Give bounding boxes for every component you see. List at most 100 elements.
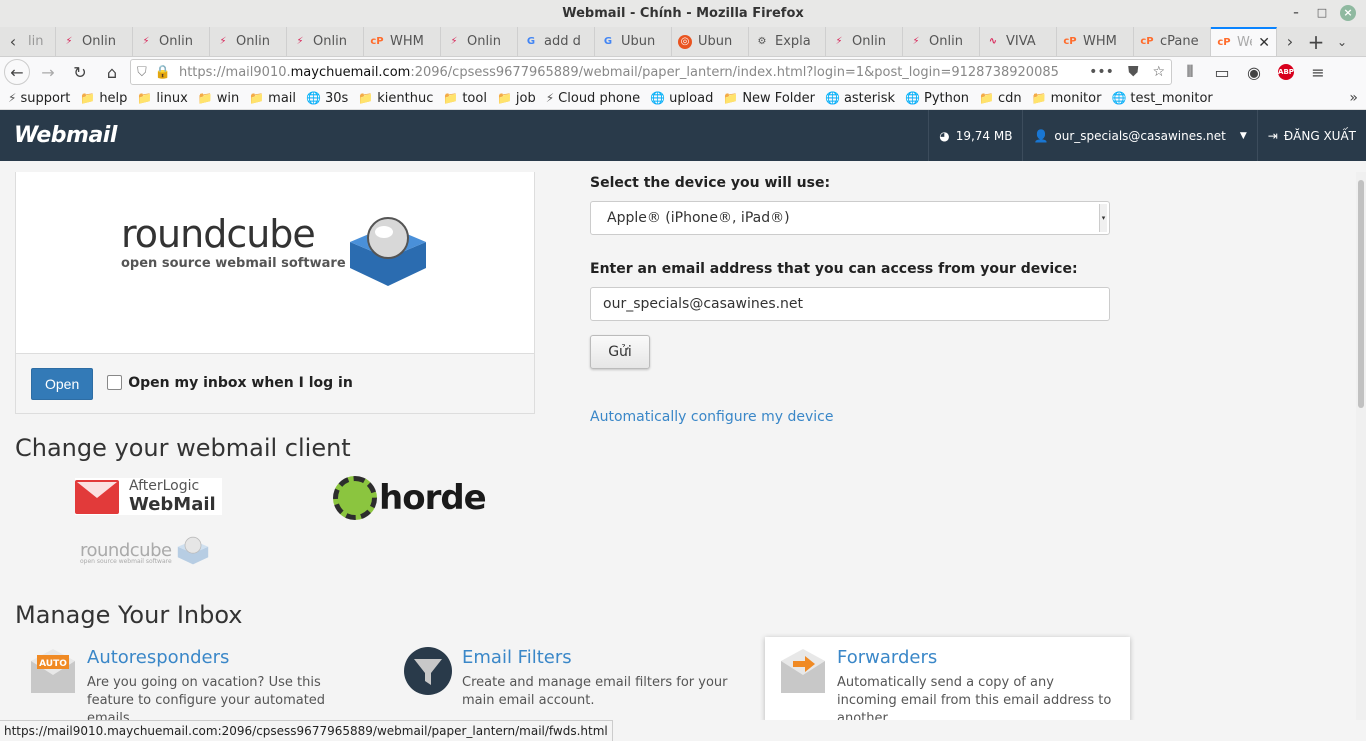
folder-icon: 📁 xyxy=(358,91,374,105)
bookmark-item[interactable]: 📁 tool xyxy=(443,91,487,106)
bookmark-item[interactable]: 📁 win xyxy=(198,91,239,106)
tab-3[interactable]: ⚡ Onlin xyxy=(287,27,364,56)
device-email-input[interactable]: our_specials@casawines.net xyxy=(590,287,1110,321)
tab-1[interactable]: ⚡ Onlin xyxy=(133,27,210,56)
email-filters-tile[interactable]: Email Filters Create and manage email fi… xyxy=(390,637,755,720)
bookmark-item[interactable]: ⚡ support xyxy=(8,91,70,106)
disk-usage[interactable]: ◕ 19,74 MB xyxy=(928,110,1022,161)
close-window-icon[interactable]: × xyxy=(1340,5,1356,21)
globe-icon: 🌐 xyxy=(824,91,840,105)
page-scrollbar[interactable] xyxy=(1356,172,1366,720)
online-icon: ⚡ xyxy=(8,91,17,105)
bookmark-item[interactable]: 📁 help xyxy=(80,91,127,106)
viva-icon: ∿ xyxy=(988,35,998,47)
bookmark-item[interactable]: 📁 linux xyxy=(137,91,187,106)
bookmark-item[interactable]: 🌐 30s xyxy=(306,91,348,106)
user-menu[interactable]: 👤 our_specials@casawines.net ▼ xyxy=(1022,110,1256,161)
open-inbox-checkbox[interactable]: Open my inbox when I log in xyxy=(107,375,353,391)
tab-0[interactable]: ⚡ Onlin xyxy=(56,27,133,56)
ubuntu-icon: ◎ xyxy=(678,34,692,49)
bookmark-item[interactable]: 📁 mail xyxy=(249,91,296,106)
gear-icon: ⚙ xyxy=(757,35,767,47)
window-title: Webmail - Chính - Mozilla Firefox xyxy=(562,6,804,21)
tab-active[interactable]: cP We ✕ xyxy=(1211,27,1277,56)
webmail-logo[interactable]: Webmail xyxy=(0,123,117,148)
tab-2[interactable]: ⚡ Onlin xyxy=(210,27,287,56)
tab-9[interactable]: ⚙ Expla xyxy=(749,27,826,56)
minimize-icon[interactable]: – xyxy=(1288,5,1304,21)
library-icon[interactable]: ⫴ xyxy=(1176,59,1204,85)
bookmark-item[interactable]: 📁 kienthuc xyxy=(358,91,433,106)
logout-button[interactable]: ⇥ ĐĂNG XUẤT xyxy=(1256,110,1366,161)
account-icon[interactable]: ◉ xyxy=(1240,59,1268,85)
email-filters-link[interactable]: Email Filters xyxy=(462,647,741,668)
tab-list-chevron-down-icon[interactable]: ⌄ xyxy=(1329,27,1355,56)
forwarders-link[interactable]: Forwarders xyxy=(837,647,1116,668)
close-tab-icon[interactable]: ✕ xyxy=(1258,35,1270,51)
back-icon[interactable]: ← xyxy=(4,59,30,85)
cpanel-icon: cP xyxy=(1217,36,1231,48)
horde-client[interactable]: horde xyxy=(333,476,487,520)
tab-5[interactable]: ⚡ Onlin xyxy=(441,27,518,56)
home-icon[interactable]: ⌂ xyxy=(98,59,126,85)
globe-icon: 🌐 xyxy=(1111,91,1127,105)
tab-14[interactable]: cP cPane xyxy=(1134,27,1211,56)
folder-icon: 📁 xyxy=(979,91,994,105)
autoresponders-tile[interactable]: AUTO Autoresponders Are you going on vac… xyxy=(15,637,380,720)
bookmark-item[interactable]: 🌐 asterisk xyxy=(825,91,895,106)
roundcube-small-icon xyxy=(177,536,208,565)
tab-partial[interactable]: lin xyxy=(26,27,56,56)
forwarders-tile[interactable]: Forwarders Automatically send a copy of … xyxy=(765,637,1130,720)
auto-configure-link[interactable]: Automatically configure my device xyxy=(590,409,1110,425)
bookmark-item[interactable]: ⚡ Cloud phone xyxy=(546,91,640,106)
scrollbar-thumb[interactable] xyxy=(1358,180,1364,408)
url-bar[interactable]: ⛉ 🔒 https://mail9010.maychuemail.com:209… xyxy=(130,59,1172,85)
menu-icon[interactable]: ≡ xyxy=(1304,59,1332,85)
tab-7[interactable]: G Ubun xyxy=(595,27,672,56)
bookmark-item[interactable]: 📁 job xyxy=(497,91,536,106)
page-actions-icon[interactable]: ••• xyxy=(1089,64,1114,80)
device-select[interactable]: Apple® (iPhone®, iPad®) ▾ xyxy=(590,201,1110,235)
roundcube-client[interactable]: roundcube open source webmail software xyxy=(80,534,210,565)
tab-bar: ‹ lin ⚡ Onlin ⚡ Onlin ⚡ Onlin ⚡ Onlin cP WHM ⚡ Onli… xyxy=(0,27,1366,57)
afterlogic-client[interactable]: AfterLogic WebMail xyxy=(75,478,222,515)
bookmark-item[interactable]: 🌐 Python xyxy=(905,91,969,106)
online-icon: ⚡ xyxy=(912,35,920,47)
forward-icon[interactable]: → xyxy=(34,59,62,85)
tab-12[interactable]: ∿ VIVA xyxy=(980,27,1057,56)
checkbox[interactable] xyxy=(107,375,123,390)
send-button[interactable]: Gửi xyxy=(590,335,650,369)
sidebar-icon[interactable]: ▭ xyxy=(1208,59,1236,85)
tab-6[interactable]: Gadd d xyxy=(518,27,595,56)
lock-icon[interactable]: 🔒 xyxy=(155,65,171,80)
bookmark-item[interactable]: 📁 monitor xyxy=(1032,91,1102,106)
tab-11[interactable]: ⚡ Onlin xyxy=(903,27,980,56)
folder-icon: 📁 xyxy=(249,91,265,105)
bookmarks-toolbar: ⚡ support 📁 help 📁 linux 📁 win 📁 mail 🌐 30s 📁 kienthu… xyxy=(0,87,1366,110)
autoresponders-link[interactable]: Autoresponders xyxy=(87,647,366,668)
navigation-toolbar: ← → ↻ ⌂ ⛉ 🔒 https://mail9010.maychuemail… xyxy=(0,57,1366,87)
bookmark-item[interactable]: 📁 New Folder xyxy=(723,91,815,106)
tab-10[interactable]: ⚡ Onlin xyxy=(826,27,903,56)
bookmark-star-icon[interactable]: ☆ xyxy=(1152,64,1165,80)
bookmark-item[interactable]: 🌐 test_monitor xyxy=(1111,91,1212,106)
open-button[interactable]: Open xyxy=(31,367,94,400)
online-icon: ⚡ xyxy=(450,35,458,47)
reload-icon[interactable]: ↻ xyxy=(66,59,94,85)
bookmark-item[interactable]: 📁 cdn xyxy=(979,91,1022,106)
folder-icon: 📁 xyxy=(1031,91,1047,105)
new-tab-icon[interactable]: + xyxy=(1303,27,1329,56)
tab-8[interactable]: ◎ Ubun xyxy=(672,27,749,56)
horde-gear-icon xyxy=(333,476,377,520)
shield-icon[interactable]: ⛉ xyxy=(137,65,147,80)
tab-13[interactable]: cP WHM xyxy=(1057,27,1134,56)
adblock-icon[interactable]: ABP xyxy=(1272,59,1300,85)
maximize-icon[interactable]: □ xyxy=(1314,5,1330,21)
pocket-icon[interactable]: ⛊ xyxy=(1128,64,1139,80)
tab-4[interactable]: cP WHM xyxy=(364,27,441,56)
bookmarks-more-icon[interactable]: » xyxy=(1349,90,1358,106)
bookmark-item[interactable]: 🌐 upload xyxy=(650,91,713,106)
filter-icon xyxy=(404,647,452,695)
tab-scroll-right-icon[interactable]: › xyxy=(1277,27,1303,56)
tab-scroll-left-icon[interactable]: ‹ xyxy=(0,27,26,56)
